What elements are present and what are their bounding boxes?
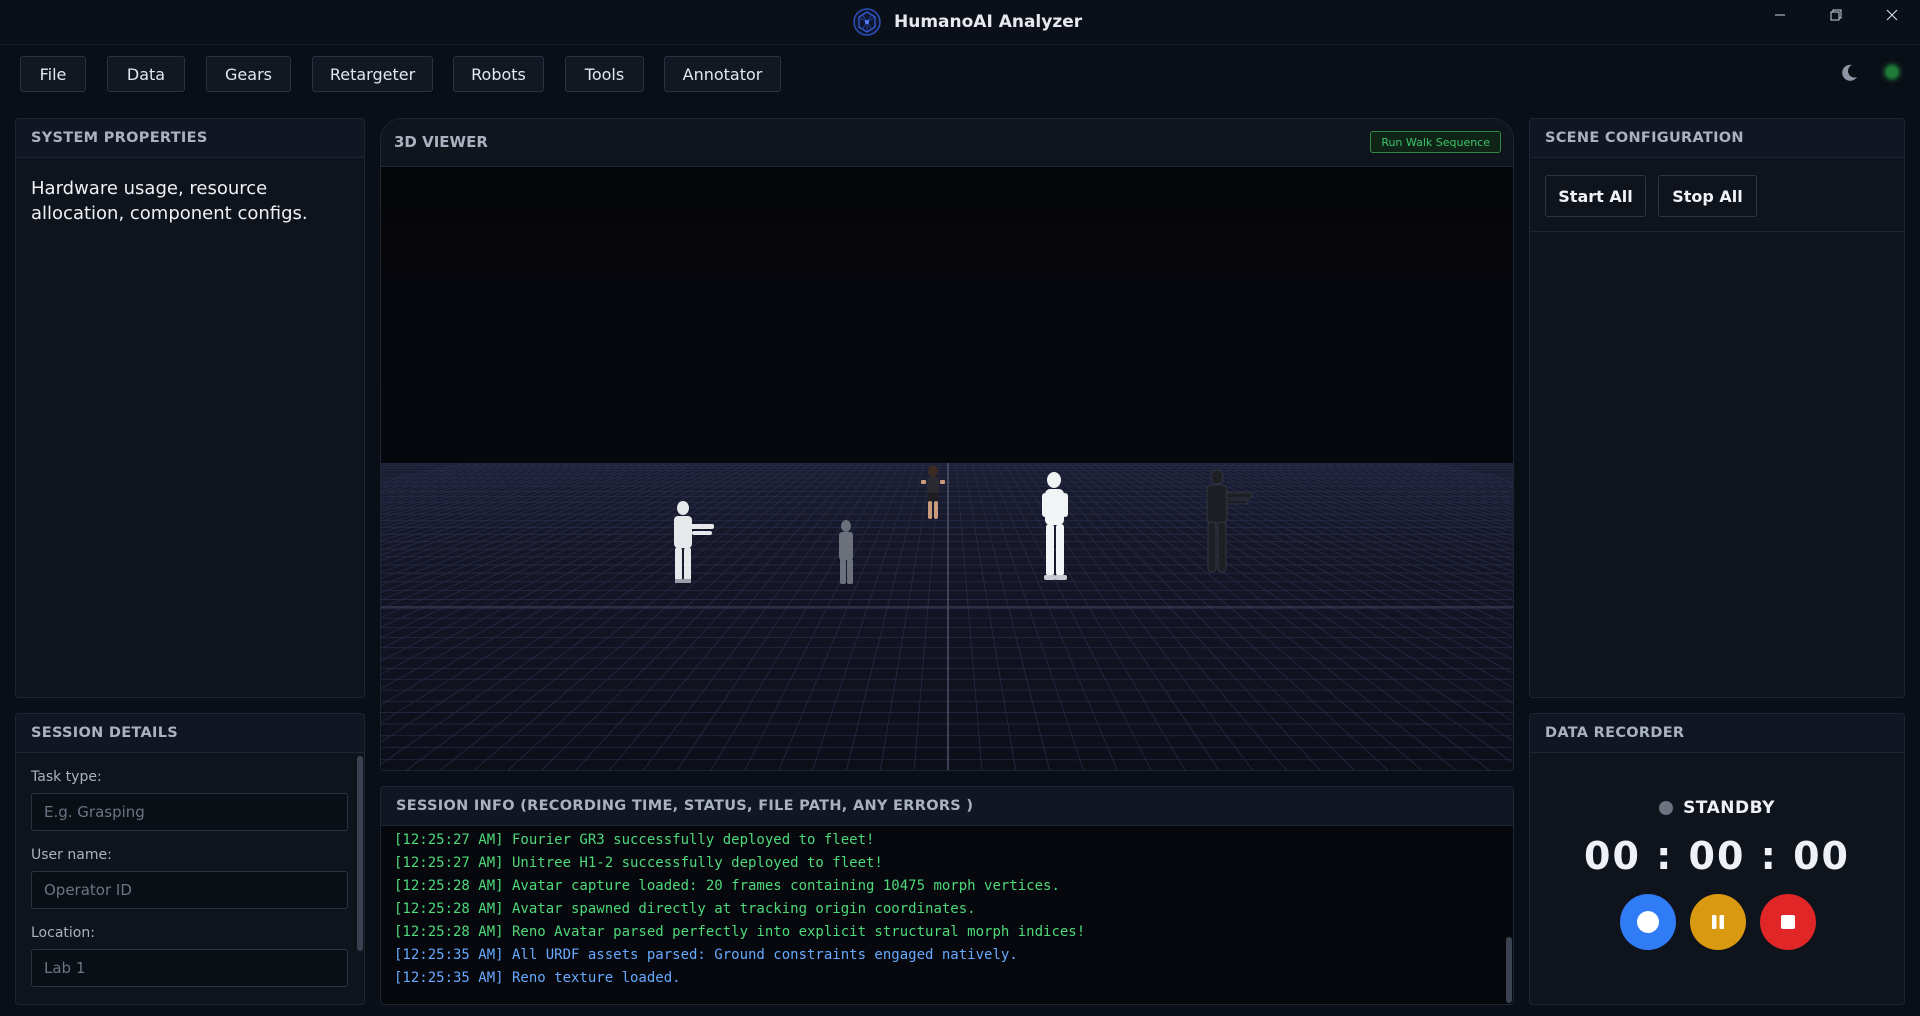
app-title: HumanoAI Analyzer bbox=[894, 12, 1083, 32]
session-log-scrollbar[interactable] bbox=[1506, 937, 1512, 1003]
log-line: [12:25:28 AM] Reno Avatar parsed perfect… bbox=[394, 924, 1086, 940]
location-input[interactable] bbox=[31, 949, 348, 987]
log-line: [12:25:28 AM] Avatar capture loaded: 20 … bbox=[394, 878, 1060, 894]
session-log: [12:25:27 AM] Fourier GR3 successfully d… bbox=[394, 829, 1493, 1004]
recorder-status-dot bbox=[1659, 801, 1674, 815]
pause-button[interactable] bbox=[1690, 894, 1746, 950]
pause-icon bbox=[1712, 915, 1724, 929]
title-bar: HumanoAI Analyzer bbox=[0, 0, 1920, 45]
session-info-header: SESSION INFO (RECORDING TIME, STATUS, FI… bbox=[381, 787, 1513, 826]
record-button[interactable] bbox=[1620, 894, 1676, 950]
task-type-label: Task type: bbox=[31, 769, 102, 785]
close-icon[interactable] bbox=[1864, 0, 1920, 30]
user-name-label: User name: bbox=[31, 847, 112, 863]
app-logo-icon bbox=[853, 8, 881, 36]
system-properties-panel: SYSTEM PROPERTIES Hardware usage, resour… bbox=[15, 118, 365, 698]
menu-tools[interactable]: Tools bbox=[565, 56, 644, 92]
recorder-timer: 00 : 00 : 00 bbox=[1584, 834, 1850, 878]
moon-icon[interactable] bbox=[1838, 62, 1860, 84]
app-title-group: HumanoAI Analyzer bbox=[852, 7, 1082, 37]
log-line: [12:25:35 AM] All URDF assets parsed: Gr… bbox=[394, 947, 1018, 963]
recorder-status: STANDBY bbox=[1530, 798, 1904, 818]
scene-configuration-divider bbox=[1530, 231, 1904, 232]
log-line: [12:25:28 AM] Avatar spawned directly at… bbox=[394, 901, 976, 917]
session-details-form: Task type: User name: Location: bbox=[16, 753, 364, 987]
run-walk-sequence-button[interactable]: Run Walk Sequence bbox=[1370, 131, 1501, 153]
menu-gears[interactable]: Gears bbox=[206, 56, 291, 92]
location-label: Location: bbox=[31, 925, 95, 941]
stop-icon bbox=[1781, 915, 1795, 929]
stop-button[interactable] bbox=[1760, 894, 1816, 950]
data-recorder-header: DATA RECORDER bbox=[1530, 714, 1904, 753]
log-line: [12:25:27 AM] Fourier GR3 successfully d… bbox=[394, 832, 875, 848]
restore-icon[interactable] bbox=[1808, 0, 1864, 30]
menu-robots[interactable]: Robots bbox=[453, 56, 544, 92]
scene-configuration-panel: SCENE CONFIGURATION Start All Stop All bbox=[1529, 118, 1905, 698]
session-details-panel: SESSION DETAILS Task type: User name: Lo… bbox=[15, 713, 365, 1005]
minimize-icon[interactable] bbox=[1752, 0, 1808, 30]
3d-viewer-title: 3D VIEWER bbox=[394, 133, 488, 151]
system-properties-header: SYSTEM PROPERTIES bbox=[16, 119, 364, 158]
window-controls bbox=[1752, 0, 1920, 30]
menu-file[interactable]: File bbox=[20, 56, 86, 92]
menu-annotator[interactable]: Annotator bbox=[664, 56, 781, 92]
record-icon bbox=[1637, 911, 1659, 933]
system-properties-description: Hardware usage, resource allocation, com… bbox=[31, 178, 308, 224]
menu-retargeter[interactable]: Retargeter bbox=[312, 56, 433, 92]
recorder-status-text: STANDBY bbox=[1683, 798, 1775, 818]
task-type-input[interactable] bbox=[31, 793, 348, 831]
3d-viewer-panel: 3D VIEWER Run Walk Sequence bbox=[380, 118, 1514, 771]
session-details-scrollbar[interactable] bbox=[357, 756, 363, 951]
log-line: [12:25:35 AM] Reno texture loaded. bbox=[394, 970, 681, 986]
data-recorder-panel: DATA RECORDER STANDBY 00 : 00 : 00 bbox=[1529, 713, 1905, 1005]
stop-all-button[interactable]: Stop All bbox=[1658, 175, 1757, 217]
start-all-button[interactable]: Start All bbox=[1545, 175, 1646, 217]
user-name-input[interactable] bbox=[31, 871, 348, 909]
session-details-header: SESSION DETAILS bbox=[16, 714, 364, 753]
3d-viewer-header-bar bbox=[381, 119, 1513, 167]
session-info-panel: SESSION INFO (RECORDING TIME, STATUS, FI… bbox=[380, 786, 1514, 1005]
connection-status-dot bbox=[1884, 64, 1900, 80]
menu-bar: File Data Gears Retargeter Robots Tools … bbox=[0, 45, 1920, 103]
scene-configuration-header: SCENE CONFIGURATION bbox=[1530, 119, 1904, 158]
3d-scene-canvas[interactable] bbox=[381, 167, 1514, 771]
log-line: [12:25:27 AM] Unitree H1-2 successfully … bbox=[394, 855, 883, 871]
menu-data[interactable]: Data bbox=[107, 56, 185, 92]
